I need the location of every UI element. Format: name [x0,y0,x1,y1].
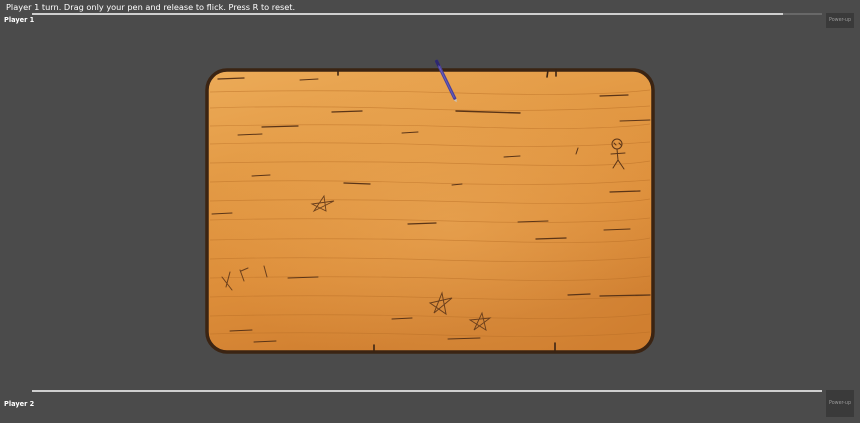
player-2-progress-bar [32,390,822,392]
wooden-table [205,68,655,354]
player-2-label: Player 2 [4,400,35,408]
game-screen: Player 1 turn. Drag only your pen and re… [0,0,860,423]
player-2-progress-fill [32,390,822,392]
game-board [205,59,655,354]
player-2-powerup-button[interactable]: Power-up [826,390,854,417]
